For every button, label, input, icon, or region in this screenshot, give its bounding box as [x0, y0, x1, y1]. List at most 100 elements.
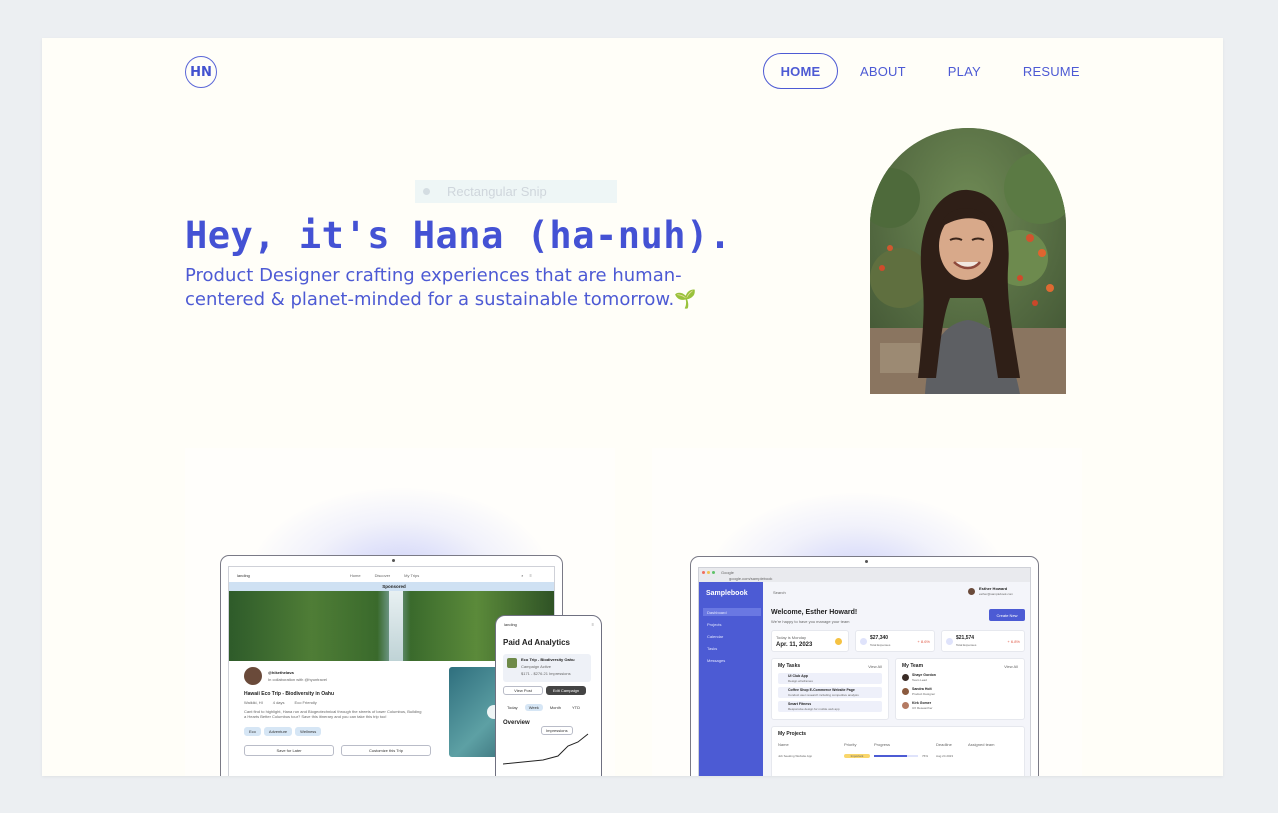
tag-wellness[interactable]: Wellness — [295, 727, 322, 736]
wallet-icon — [946, 638, 953, 645]
team-avatar — [902, 702, 909, 709]
progress-bar — [874, 755, 918, 757]
campaign-card[interactable]: Eco Trip - Biodiversity Oahu Campaign Ac… — [503, 654, 591, 682]
rectangular-snip-overlay: Rectangular Snip — [415, 180, 617, 203]
author-avatar — [244, 667, 262, 685]
team-member-role: Product Designer — [912, 692, 936, 696]
nav-about[interactable]: ABOUT — [860, 64, 906, 79]
view-post-button[interactable]: View Post — [503, 686, 543, 695]
save-for-later-button[interactable]: Save for Later — [244, 745, 334, 756]
sprout-icon: 🌱 — [674, 289, 697, 310]
range-ytd[interactable]: YTD — [568, 704, 584, 711]
app-brand: landing — [237, 572, 250, 578]
search-input[interactable]: Search — [773, 590, 786, 595]
sidebar-item-projects[interactable]: Projects — [703, 620, 761, 628]
task-item[interactable]: Smart Fitness Responsive design for mobi… — [778, 701, 882, 712]
projects-title: My Projects — [778, 731, 807, 737]
sun-icon — [835, 638, 842, 645]
author-handle[interactable]: @hikethelava — [268, 670, 294, 675]
hero-subtitle-text: Product Designer crafting experiences th… — [185, 265, 682, 310]
col-team: Assigned team — [968, 742, 995, 747]
stat-card: $27,340 Total Expenses + 8.6% — [855, 630, 935, 652]
author-note: In collaboration with @hyuntravel — [268, 677, 327, 682]
sidebar-item-tasks[interactable]: Tasks — [703, 644, 761, 652]
range-month[interactable]: Month — [546, 704, 565, 711]
snip-icon — [423, 188, 430, 195]
post-body: Cant find to highlight, Hana run and Bio… — [244, 709, 422, 719]
tag-adventure[interactable]: Adventure — [263, 727, 293, 736]
sidebar-item-messages[interactable]: Messages — [703, 656, 761, 664]
date-value: Apr. 11, 2023 — [776, 642, 813, 648]
menu-icon[interactable]: ≡ — [592, 622, 594, 627]
team-panel: My Team View All Shaye Gordon Team Lead … — [895, 658, 1025, 720]
view-all-link[interactable]: View All — [868, 664, 882, 669]
post-title: Hawaii Eco Trip - Biodiversity in Oahu — [244, 691, 335, 697]
range-today[interactable]: Today — [503, 704, 522, 711]
task-title: Smart Fitness — [788, 702, 812, 706]
range-week[interactable]: Week — [524, 704, 543, 711]
task-item[interactable]: UI Club App Design wireframes — [778, 673, 882, 684]
browser-tab[interactable]: Google — [721, 570, 734, 575]
col-deadline: Deadline — [936, 742, 952, 747]
task-title: UI Club App — [788, 674, 808, 678]
projects-panel: My Projects Name Priority Progress Deadl… — [771, 726, 1025, 776]
project-deadline: Aug 24 2023 — [936, 754, 954, 758]
task-sub: Design wireframes — [788, 679, 813, 683]
stat-value: $21,574 — [956, 635, 975, 641]
browser-bar: Google google.com/samplebook — [699, 568, 1030, 582]
tag-eco[interactable]: Eco — [244, 727, 261, 736]
tasks-title: My Tasks — [778, 663, 801, 669]
task-item[interactable]: Coffee Shop E-Commerce Website Page Cond… — [778, 687, 882, 698]
user-email: esther@samplebook.com — [979, 592, 1014, 596]
team-title: My Team — [902, 663, 924, 669]
sponsored-banner: Sponsored — [229, 582, 554, 591]
sidebar: Samplebook Dashboard Projects Calendar T… — [699, 582, 763, 776]
wallet-icon — [860, 638, 867, 645]
post-eco: Eco Friendly — [294, 700, 317, 705]
date-label: Today is Monday — [776, 635, 807, 640]
team-member-role: UX Researcher — [912, 706, 933, 710]
nav-link[interactable]: Discover — [375, 573, 391, 578]
search-icon[interactable]: ⌕ — [521, 573, 523, 578]
laptop-mockup: Google google.com/samplebook Samplebook … — [690, 556, 1039, 776]
user-avatar[interactable] — [968, 588, 975, 595]
project-card-travel[interactable]: landing Home Discover My Trips ⌕ ≡ Spons… — [185, 448, 615, 776]
col-name: Name — [778, 742, 789, 747]
camera-icon — [391, 559, 395, 562]
nav-resume[interactable]: RESUME — [1023, 64, 1080, 79]
nav-home[interactable]: HOME — [763, 53, 838, 89]
portrait-illustration — [870, 128, 1066, 394]
task-title: Coffee Shop E-Commerce Website Page — [788, 688, 855, 692]
tasks-panel: My Tasks View All UI Club App Design wir… — [771, 658, 889, 720]
nav-link[interactable]: Home — [350, 573, 361, 578]
sponsored-label: Sponsored — [382, 584, 406, 589]
team-member-role: Team Lead — [912, 678, 927, 682]
menu-icon[interactable]: ≡ — [530, 573, 532, 578]
date-card: Today is Monday Apr. 11, 2023 — [771, 630, 849, 652]
project-card-dashboard[interactable]: Google google.com/samplebook Samplebook … — [652, 448, 1082, 776]
create-new-label: Create New — [996, 612, 1018, 618]
paid-ad-title: Paid Ad Analytics — [503, 638, 570, 647]
view-all-link[interactable]: View All — [1004, 664, 1018, 669]
priority-badge: Important — [844, 754, 870, 758]
url-bar[interactable]: google.com/samplebook — [729, 576, 772, 581]
laptop-screen: Google google.com/samplebook Samplebook … — [698, 567, 1031, 776]
project-row[interactable]: Job Seeking Website App Important 76% Au… — [778, 754, 1018, 758]
col-progress: Progress — [874, 742, 891, 747]
main-nav: HOME ABOUT PLAY RESUME — [763, 53, 1080, 89]
app-brand: Samplebook — [706, 590, 748, 597]
sidebar-item-calendar[interactable]: Calendar — [703, 632, 761, 640]
edit-campaign-button[interactable]: Edit Campaign — [546, 686, 586, 695]
nav-play[interactable]: PLAY — [948, 64, 981, 79]
sidebar-item-dashboard[interactable]: Dashboard — [703, 608, 761, 616]
post-location: Waikiki, HI — [244, 700, 263, 705]
logo-hn[interactable]: HN — [185, 56, 217, 88]
team-member-name: Kirk Gomer — [912, 701, 932, 705]
stat-delta: + 8.6% — [917, 639, 930, 644]
stat-delta: + 6.8% — [1007, 639, 1020, 644]
create-new-button[interactable]: Create New — [989, 609, 1025, 621]
portrait-photo — [870, 128, 1066, 394]
customize-trip-button[interactable]: Customize this Trip — [341, 745, 431, 756]
nav-link[interactable]: My Trips — [404, 573, 419, 578]
stat-value: $27,340 — [870, 635, 889, 641]
